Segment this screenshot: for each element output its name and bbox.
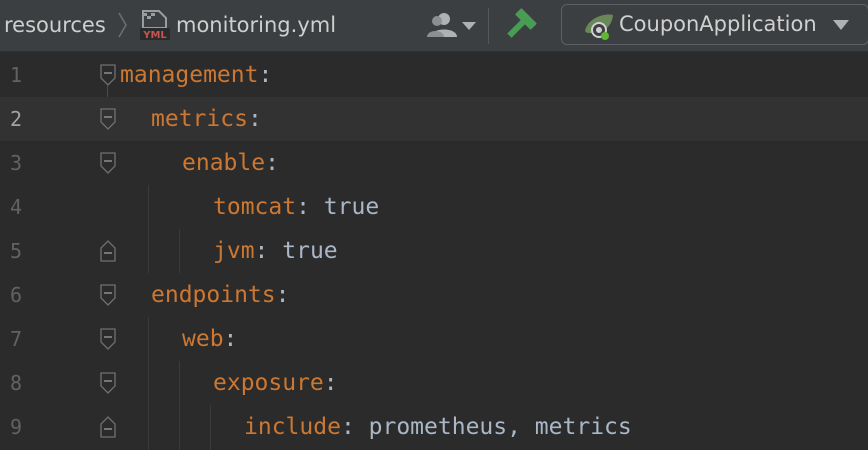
line-number[interactable]: 1 [0, 53, 32, 97]
yaml-colon: : [223, 326, 238, 352]
line-number[interactable]: 8 [0, 361, 32, 405]
fold-open-icon[interactable] [99, 284, 117, 306]
fold-end-icon[interactable] [99, 416, 117, 438]
fold-open-icon[interactable] [99, 152, 117, 174]
code-text: web: [182, 317, 237, 361]
yaml-colon: : [275, 282, 290, 308]
code-text: jvm: true [213, 229, 338, 273]
line-number[interactable]: 9 [0, 405, 32, 449]
line-number[interactable]: 4 [0, 185, 32, 229]
yaml-colon: : [254, 238, 269, 264]
line-number[interactable]: 6 [0, 273, 32, 317]
yaml-key: web [182, 326, 224, 352]
code-text: exposure: [213, 361, 338, 405]
code-line-8[interactable]: 8 exposure: [0, 361, 868, 405]
code-text: metrics: [151, 97, 262, 141]
yaml-key: exposure [213, 370, 324, 396]
yaml-key: metrics [151, 106, 248, 132]
breadcrumb-file[interactable]: monitoring.yml [176, 0, 336, 50]
fold-connector [107, 86, 108, 97]
yaml-colon: : [296, 194, 310, 220]
line-number[interactable]: 2 [0, 97, 32, 141]
yaml-colon: : [247, 106, 262, 132]
yaml-key: management [120, 62, 259, 88]
code-text: include: prometheus, metrics [244, 405, 632, 449]
code-line-7[interactable]: 7 web: [0, 317, 868, 361]
yaml-colon: : [323, 370, 338, 396]
line-number[interactable]: 7 [0, 317, 32, 361]
user-icon[interactable] [424, 10, 480, 40]
run-configuration-selector[interactable]: CouponApplication [561, 4, 868, 45]
code-editor[interactable]: 1 management: 2 metrics: 3 enable: 4 tom… [0, 53, 868, 450]
triangle-down-icon [833, 20, 849, 30]
navigation-bar: resources YML monitoring.yml CouponAppli… [0, 0, 868, 52]
yaml-value: prometheus, metrics [354, 414, 632, 440]
yml-icon-label: YML [142, 30, 167, 41]
code-line-3[interactable]: 3 enable: [0, 141, 868, 185]
chevron-right-icon [118, 12, 127, 38]
yaml-colon: : [265, 150, 279, 176]
yaml-key: include [244, 414, 341, 440]
fold-open-icon[interactable] [99, 372, 117, 394]
yaml-value: true [309, 194, 380, 220]
run-configuration-label: CouponApplication [619, 12, 817, 36]
code-line-6[interactable]: 6 endpoints: [0, 273, 868, 317]
toolbar-divider [488, 8, 489, 44]
code-line-4[interactable]: 4 tomcat: true [0, 185, 868, 229]
fold-open-icon[interactable] [99, 64, 117, 86]
code-text: endpoints: [151, 273, 289, 317]
code-line-9[interactable]: 9 include: prometheus, metrics [0, 405, 868, 449]
code-line-1[interactable]: 1 management: [0, 53, 868, 97]
code-line-2[interactable]: 2 metrics: [0, 97, 868, 141]
code-line-5[interactable]: 5 jvm: true [0, 229, 868, 273]
yaml-colon: : [340, 414, 355, 440]
yml-file-icon: YML [140, 10, 170, 41]
fold-end-icon[interactable] [99, 240, 117, 262]
yaml-value: true [268, 238, 338, 264]
hammer-icon[interactable] [500, 8, 540, 42]
yaml-key: jvm [213, 238, 255, 264]
code-text: enable: [182, 141, 279, 185]
line-number[interactable]: 5 [0, 229, 32, 273]
yaml-key: enable [182, 150, 266, 176]
breadcrumb-resources[interactable]: resources [4, 0, 106, 50]
line-number[interactable]: 3 [0, 141, 32, 185]
code-text: management: [120, 53, 272, 97]
code-text: tomcat: true [213, 185, 379, 229]
fold-open-icon[interactable] [99, 328, 117, 350]
spring-boot-icon [585, 14, 613, 40]
yaml-colon: : [258, 62, 273, 88]
fold-open-icon[interactable] [99, 108, 117, 130]
yaml-key: tomcat [213, 194, 297, 220]
yaml-key: endpoints [151, 282, 276, 308]
